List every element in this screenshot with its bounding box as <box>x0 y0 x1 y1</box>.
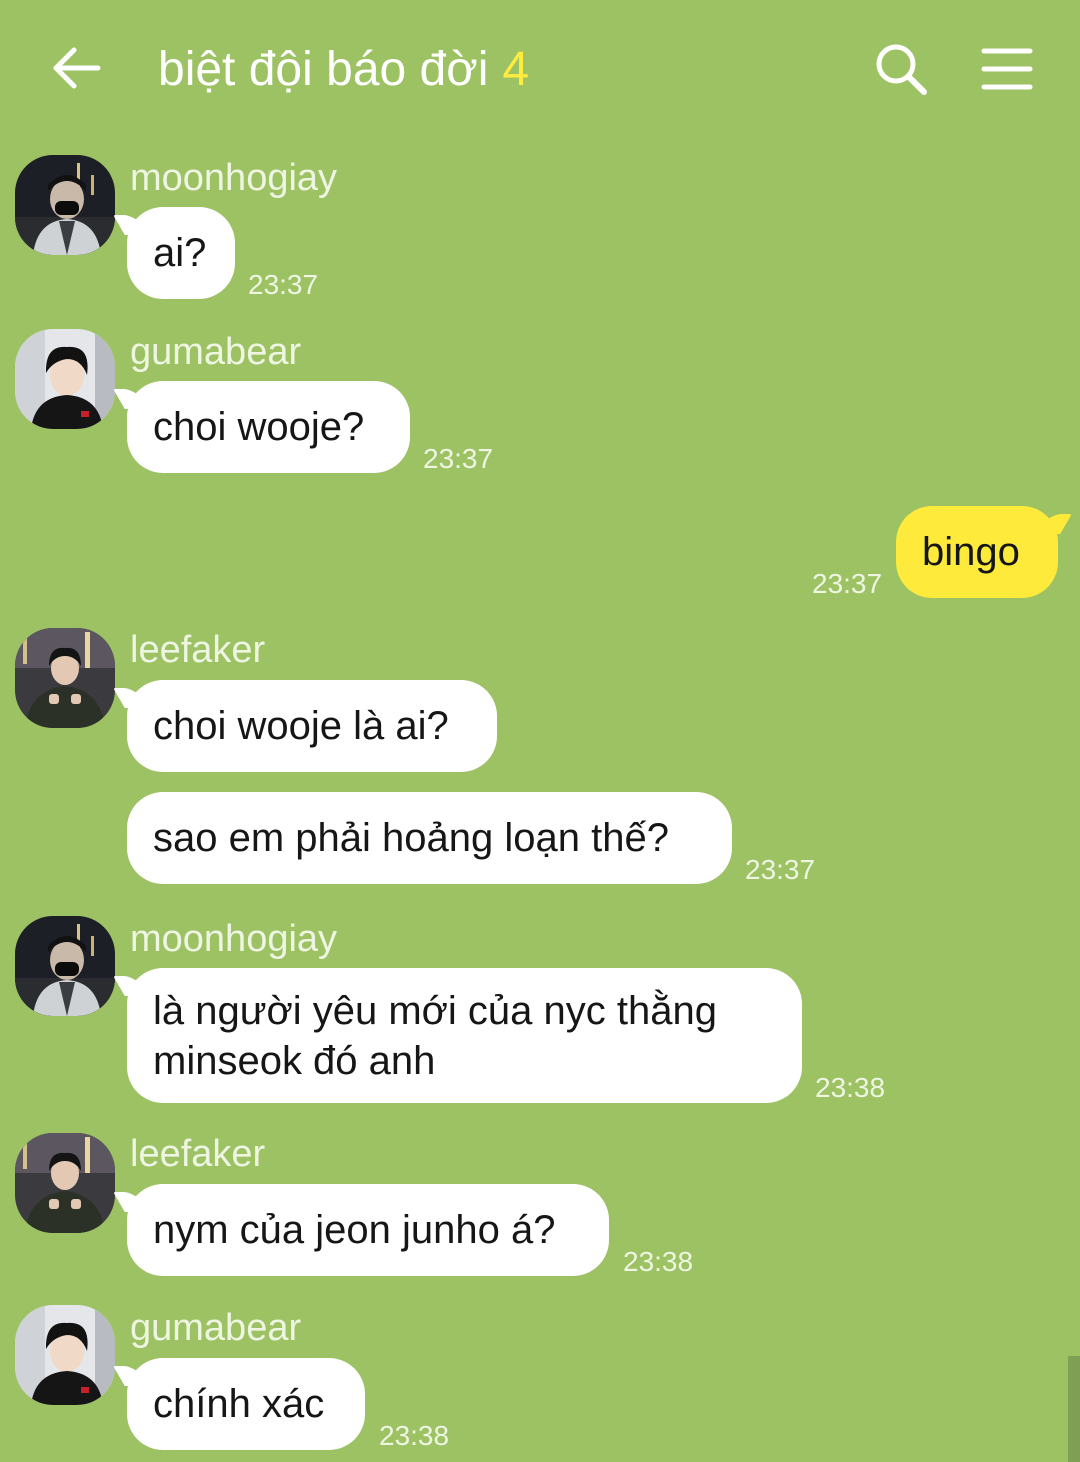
message-text: bingo <box>922 530 1020 574</box>
group-name: biệt đội báo đời <box>158 43 489 96</box>
avatar-gumabear[interactable] <box>15 329 115 429</box>
avatar-photo <box>15 1133 115 1233</box>
avatar-leefaker[interactable] <box>15 628 115 728</box>
chat-header: biệt đội báo đời 4 <box>0 0 1080 140</box>
hamburger-menu-icon <box>981 48 1033 90</box>
avatar-moonhogiay[interactable] <box>15 155 115 255</box>
chat-screen: biệt đội báo đời 4 moonhogiay ai? 23:37 … <box>0 0 1080 1462</box>
sender-name: gumabear <box>130 331 302 373</box>
message-time: 23:38 <box>623 1246 694 1277</box>
message-bubble[interactable]: ai? <box>127 207 235 299</box>
sender-name: leefaker <box>130 1133 266 1175</box>
message-text: choi wooje? <box>153 405 365 449</box>
message-time: 23:38 <box>815 1072 886 1103</box>
message-bubble[interactable]: là người yêu mới của nyc thằng minseok đ… <box>127 968 802 1103</box>
avatar-photo <box>15 916 115 1016</box>
message-time: 23:37 <box>248 269 319 300</box>
sender-name: moonhogiay <box>130 157 338 199</box>
avatar-photo <box>15 1305 115 1405</box>
back-button[interactable] <box>44 36 108 100</box>
message-text: choi wooje là ai? <box>153 704 449 748</box>
member-count: 4 <box>502 43 530 96</box>
avatar-photo <box>15 329 115 429</box>
avatar-leefaker[interactable] <box>15 1133 115 1233</box>
avatar-photo <box>15 628 115 728</box>
message-text: ai? <box>153 231 207 275</box>
chat-scrollbar[interactable] <box>1068 1356 1080 1462</box>
search-icon <box>876 44 927 95</box>
search-button[interactable] <box>868 36 934 102</box>
message-bubble[interactable]: choi wooje là ai? <box>127 680 497 772</box>
avatar-photo <box>15 155 115 255</box>
message-bubble[interactable]: chính xác <box>127 1358 365 1450</box>
message-text: sao em phải hoảng loạn thế? <box>153 816 669 860</box>
sender-name: moonhogiay <box>130 918 338 960</box>
my-message-bubble[interactable]: bingo <box>896 506 1058 598</box>
message-time: 23:37 <box>812 568 883 599</box>
message-text: nym của jeon junho á? <box>153 1208 556 1252</box>
message-bubble[interactable]: sao em phải hoảng loạn thế? <box>127 792 732 884</box>
message-bubble[interactable]: choi wooje? <box>127 381 410 473</box>
avatar-moonhogiay[interactable] <box>15 916 115 1016</box>
menu-button[interactable] <box>976 36 1038 102</box>
chat-title: biệt đội báo đời 4 <box>158 38 529 102</box>
message-text: chính xác <box>153 1382 325 1426</box>
message-text: là người yêu mới của nyc thằng minseok đ… <box>153 989 717 1083</box>
sender-name: leefaker <box>130 629 266 671</box>
avatar-gumabear[interactable] <box>15 1305 115 1405</box>
message-time: 23:38 <box>379 1420 450 1451</box>
arrow-left-icon <box>53 47 101 89</box>
message-bubble[interactable]: nym của jeon junho á? <box>127 1184 609 1276</box>
message-time: 23:37 <box>423 443 494 474</box>
message-time: 23:37 <box>745 854 816 885</box>
sender-name: gumabear <box>130 1307 302 1349</box>
